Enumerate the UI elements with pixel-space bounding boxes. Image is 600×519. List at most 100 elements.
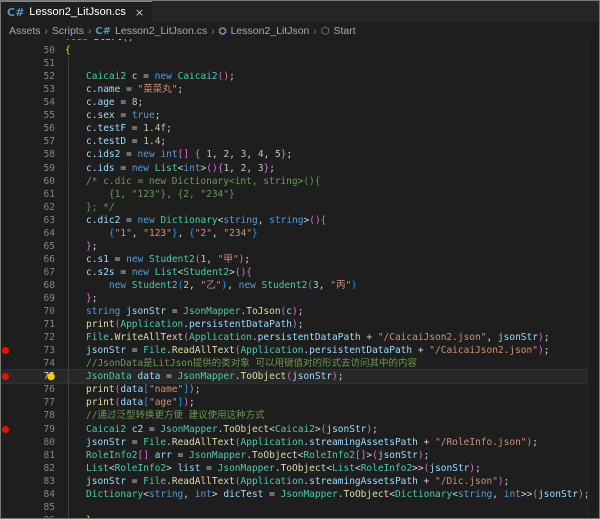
code-line[interactable]: 57 c.testD = 1.4; xyxy=(1,135,599,149)
code-line[interactable]: 65}; xyxy=(1,239,599,253)
breadcrumb-scripts[interactable]: Scripts xyxy=(52,25,84,37)
code-line[interactable]: 71 print(Application.persistentDataPath); xyxy=(1,318,599,332)
indent-guide xyxy=(68,200,69,214)
code-line[interactable]: 50 { xyxy=(1,44,599,57)
code-text: c.age = 8; xyxy=(86,96,143,109)
code-line[interactable]: 73 jsonStr = File.ReadAllText(Application… xyxy=(1,344,599,358)
code-token: + xyxy=(412,345,430,357)
code-line[interactable]: 67 c.s2s = new List<Student2>(){ xyxy=(1,265,599,279)
code-token: sex xyxy=(97,110,115,122)
code-token: ; xyxy=(160,136,167,148)
code-text: List<RoleInfo2> list = JsonMapper.ToObje… xyxy=(86,462,481,475)
code-text: string jsonStr = JsonMapper.ToJson(c); xyxy=(86,305,303,318)
code-token: new xyxy=(126,253,144,265)
code-line[interactable]: 84 Dictionary<string, int> dicTest = Json… xyxy=(1,487,599,501)
close-icon[interactable]: × xyxy=(135,6,144,19)
code-token: new xyxy=(238,279,256,291)
code-token: jsonStr xyxy=(538,488,579,500)
code-line[interactable]: 79 Caicai2 c2 = JsonMapper.ToObject<Caica… xyxy=(1,422,599,436)
code-line[interactable]: 61 {1, "123"}, {2, "234"} xyxy=(1,187,599,201)
breadcrumb-file[interactable]: Lesson2_LitJson.cs xyxy=(115,25,207,37)
code-token: JsonMapper xyxy=(177,371,235,383)
code-line[interactable]: 74 //JsonData是LitJson提供的类对象 可以用键值对的形式去访问其… xyxy=(1,357,599,371)
code-token: dicTest xyxy=(223,488,264,500)
code-line[interactable]: 70 string jsonStr = JsonMapper.ToJson(c); xyxy=(1,305,599,319)
code-token: int xyxy=(503,488,521,500)
code-text: } xyxy=(86,514,92,518)
code-line[interactable]: 69}; xyxy=(1,292,599,305)
indent-guide xyxy=(68,396,69,410)
code-token: = xyxy=(114,110,132,122)
indent-guide xyxy=(68,318,69,332)
code-token: s2s xyxy=(97,266,115,278)
code-token: ids xyxy=(97,162,115,174)
code-token: jsonStr xyxy=(292,371,333,383)
code-token: Dictionary xyxy=(86,488,144,500)
code-text: c.ids = new List<int>(){1, 2, 3}; xyxy=(86,162,275,175)
code-line[interactable]: 58 c.ids2 = new int[] { 1, 2, 3, 4, 5}; xyxy=(1,148,599,162)
code-editor[interactable]: void Start()50{5152Caicai2 c = new Caica… xyxy=(1,39,599,518)
code-line[interactable]: 86} xyxy=(1,513,599,518)
tab-label: Lesson2_LitJson.cs xyxy=(29,6,126,18)
code-line[interactable]: 82 List<RoleInfo2> list = JsonMapper.ToOb… xyxy=(1,461,599,475)
indent-guide xyxy=(68,448,69,462)
breadcrumb-class[interactable]: Lesson2_LitJson xyxy=(231,25,310,37)
code-line[interactable]: 56 c.testF = 1.4f; xyxy=(1,122,599,136)
code-line[interactable]: 60 /* c.dic = new Dictionary<int, string>… xyxy=(1,174,599,188)
code-token: { xyxy=(65,45,71,57)
code-line[interactable]: 75 ● JsonData data = JsonMapper.ToObject(j… xyxy=(1,369,599,385)
code-line[interactable]: 55 c.sex = true; xyxy=(1,109,599,123)
code-line[interactable]: 80 jsonStr = File.ReadAllText(Application… xyxy=(1,435,599,449)
code-token: JsonMapper xyxy=(183,306,241,318)
code-line[interactable]: 62}; */ xyxy=(1,200,599,214)
indent-guide xyxy=(68,305,69,319)
method-icon: ⬡ xyxy=(320,25,330,37)
code-text: c.testF = 1.4f; xyxy=(86,122,172,135)
line-number: 72 xyxy=(43,332,55,344)
code-token: () xyxy=(122,39,133,43)
code-token: >> xyxy=(412,462,424,474)
indent-guide xyxy=(68,135,69,149)
code-line[interactable]: 83 jsonStr = File.ReadAllText(Application… xyxy=(1,474,599,488)
code-line[interactable]: 72 File.WriteAllText(Application.persiste… xyxy=(1,331,599,345)
code-token: , xyxy=(486,332,498,344)
code-token: , xyxy=(227,279,239,291)
code-token: "/CaicaiJson2.json" xyxy=(377,332,487,344)
indent-guide xyxy=(68,357,69,371)
code-text: { xyxy=(65,44,71,57)
code-line[interactable]: 85 xyxy=(1,500,599,514)
code-line[interactable]: 68 new Student2(2, "乙"), new Student2(3,… xyxy=(1,278,599,292)
code-text: }; xyxy=(86,240,97,253)
code-line[interactable]: 54 c.age = 8; xyxy=(1,96,599,110)
code-line[interactable]: 81 RoleInfo2[] arr = JsonMapper.ToObject<… xyxy=(1,448,599,462)
code-text: Dictionary<string, int> dicTest = JsonMa… xyxy=(86,488,590,501)
code-token: JsonMapper xyxy=(280,488,338,500)
indent-guide xyxy=(68,161,69,175)
code-line[interactable]: 76 print(data["name"]); xyxy=(1,383,599,397)
overview-ruler[interactable] xyxy=(587,39,599,518)
code-token: "name" xyxy=(148,384,184,396)
tab-lesson2-litjson[interactable]: C# Lesson2_LitJson.cs × xyxy=(1,1,153,22)
code-token: ; xyxy=(194,384,201,396)
lightbulb-icon[interactable]: ● xyxy=(47,370,55,383)
breadcrumb-method[interactable]: Start xyxy=(333,25,355,37)
code-token: new xyxy=(131,266,149,278)
code-line[interactable]: 51 xyxy=(1,57,599,71)
code-token: List xyxy=(86,462,109,474)
code-line[interactable]: 77 print(data["age"]); xyxy=(1,396,599,410)
code-line[interactable]: 59 c.ids = new List<int>(){1, 2, 3}; xyxy=(1,161,599,175)
code-line[interactable]: 78 //通过泛型转换更方便 建议使用这种方式 xyxy=(1,409,599,423)
code-token: new xyxy=(137,149,155,161)
code-line[interactable]: 66 c.s1 = new Student2(1, "甲"); xyxy=(1,252,599,266)
code-token: {1, "123"}, {2, "234"} xyxy=(86,188,235,200)
code-text: {"1", "123"}, {"2", "234"} xyxy=(86,227,258,240)
code-line[interactable]: 53 c.name = "菜菜丸"; xyxy=(1,83,599,97)
code-token: ) xyxy=(351,279,357,291)
code-line[interactable]: 63 c.dic2 = new Dictionary<string, string… xyxy=(1,213,599,227)
breadcrumb-assets[interactable]: Assets xyxy=(9,25,41,37)
code-token: ; xyxy=(137,97,144,109)
code-token: ; xyxy=(337,371,344,383)
code-token: , xyxy=(189,279,201,291)
code-line[interactable]: 64 {"1", "123"}, {"2", "234"} xyxy=(1,226,599,240)
code-line[interactable]: 52 Caicai2 c = new Caicai2(); xyxy=(1,70,599,84)
